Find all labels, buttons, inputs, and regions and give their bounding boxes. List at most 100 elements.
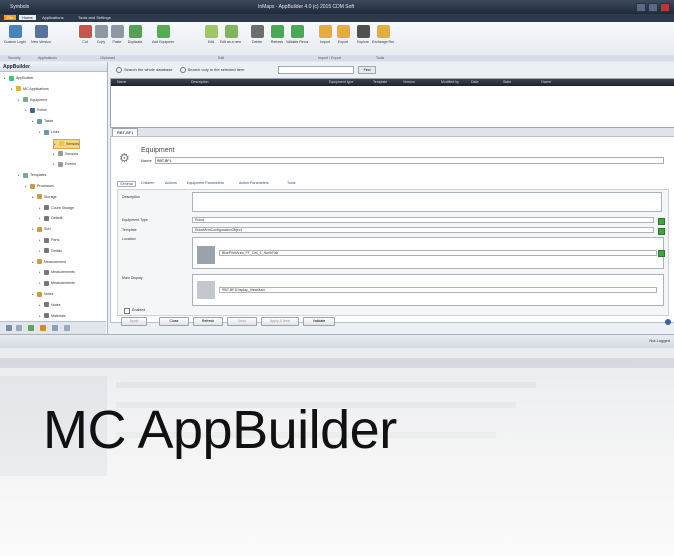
- tree-item[interactable]: ▸ Events: [53, 160, 76, 168]
- grid-column-header[interactable]: State: [503, 80, 511, 84]
- ribbon-button-9[interactable]: Delete: [246, 24, 268, 54]
- nav-list-icon[interactable]: [16, 325, 22, 331]
- expand-toggle-icon[interactable]: ▸: [25, 108, 28, 112]
- grid-column-header[interactable]: Name: [117, 80, 126, 84]
- apply-button[interactable]: Apply: [121, 317, 147, 326]
- grid-column-header[interactable]: Owner: [541, 80, 551, 84]
- tree-item[interactable]: ▸ Tasks: [32, 117, 53, 125]
- tree-item[interactable]: ▸ Parts: [39, 236, 59, 244]
- results-grid[interactable]: Name Description Equipment type Template Ver…: [110, 78, 674, 128]
- maximize-button[interactable]: [648, 3, 658, 12]
- grid-column-header[interactable]: Version: [403, 80, 415, 84]
- tree-item[interactable]: ▸ Sort: [32, 225, 51, 233]
- nav-folder-icon[interactable]: [6, 325, 12, 331]
- subtab-actions[interactable]: Actions: [165, 181, 177, 185]
- ribbon-button-0[interactable]: Custom Logins: [4, 24, 26, 54]
- expand-toggle-icon[interactable]: ▸: [18, 98, 21, 102]
- search-input[interactable]: [278, 66, 354, 74]
- menu-tools-settings[interactable]: Tools and Settings: [78, 15, 111, 20]
- subtab-tools[interactable]: Tools: [287, 181, 295, 185]
- expand-toggle-icon[interactable]: ▸: [4, 76, 7, 80]
- expand-toggle-icon[interactable]: ▸: [39, 206, 42, 210]
- expand-toggle-icon[interactable]: ▸: [32, 292, 35, 296]
- grid-column-header[interactable]: Date: [471, 80, 478, 84]
- search-selected-radio[interactable]: [179, 67, 186, 73]
- tree-item[interactable]: ▸ Sensors: [53, 150, 78, 158]
- ribbon-button-10[interactable]: Refresh: [266, 24, 288, 54]
- ribbon-button-5[interactable]: Duplicate: [124, 24, 146, 54]
- expand-toggle-icon[interactable]: ▸: [39, 216, 42, 220]
- expand-toggle-icon[interactable]: ▸: [39, 238, 42, 242]
- tree-item[interactable]: ▸ Templates: [18, 171, 46, 179]
- grid-column-header[interactable]: Equipment type: [329, 80, 353, 84]
- refresh-button[interactable]: Refresh: [193, 317, 223, 326]
- ribbon-button-8[interactable]: Edit as a new cell: [220, 24, 242, 54]
- grid-column-header[interactable]: Modified by: [441, 80, 459, 84]
- expand-toggle-icon[interactable]: ▸: [11, 87, 14, 91]
- main-display-field[interactable]: RBT-BF1Display_ViewMain: [219, 287, 657, 293]
- expand-toggle-icon[interactable]: ▸: [53, 152, 56, 156]
- minimize-button[interactable]: [636, 3, 646, 12]
- grid-column-header[interactable]: Description: [191, 80, 209, 84]
- tree-item[interactable]: ▸ Robot: [25, 106, 47, 114]
- tree-item[interactable]: ▸ Equipment: [18, 96, 47, 104]
- ribbon-button-1[interactable]: New Version: [30, 24, 52, 54]
- ribbon-button-14[interactable]: Explore: [352, 24, 374, 54]
- menu-applications[interactable]: Applications: [42, 15, 64, 20]
- menu-file[interactable]: File: [4, 15, 17, 20]
- tree-item[interactable]: ▸ Count Storage: [39, 204, 74, 212]
- subtab-general[interactable]: General: [117, 181, 136, 187]
- expand-toggle-icon[interactable]: ▸: [39, 249, 42, 253]
- tree-item[interactable]: ▸ Notes: [39, 301, 60, 309]
- ribbon-button-7[interactable]: Edit: [200, 24, 222, 54]
- tree-item[interactable]: ▸ MC Applications: [11, 85, 49, 93]
- description-field[interactable]: [192, 192, 662, 212]
- tree-item[interactable]: ▸ Notes: [32, 290, 53, 298]
- subtab-equipment-parameters[interactable]: Equipment Parameters: [187, 181, 224, 185]
- subtab-action-parameters[interactable]: Action Parameters: [239, 181, 269, 185]
- expand-toggle-icon[interactable]: ▸: [32, 227, 35, 231]
- expand-toggle-icon[interactable]: ▸: [25, 184, 28, 188]
- tree-item[interactable]: ▸ Links: [39, 128, 59, 136]
- tree-item[interactable]: ▸ Default: [39, 214, 62, 222]
- tree-item[interactable]: ▸ AppBuilder: [4, 74, 34, 82]
- expand-toggle-icon[interactable]: ▸: [39, 270, 42, 274]
- help-icon[interactable]: [665, 319, 671, 325]
- menu-home[interactable]: Home: [19, 15, 36, 20]
- nav-settings-icon[interactable]: [52, 325, 58, 331]
- validate-button[interactable]: Validate: [303, 317, 335, 326]
- tree-item[interactable]: ▸ Measurements: [39, 279, 75, 287]
- expand-toggle-icon[interactable]: ▸: [32, 260, 35, 264]
- nav-process-icon[interactable]: [40, 325, 46, 331]
- apply-next-button[interactable]: Apply & Next: [261, 317, 299, 326]
- tree-item[interactable]: ▸ Details: [39, 247, 62, 255]
- expand-toggle-icon[interactable]: ▸: [39, 314, 42, 318]
- name-field[interactable]: [155, 157, 664, 164]
- expand-toggle-icon[interactable]: ▸: [39, 130, 42, 134]
- template-select[interactable]: RobotArmConfigurationObject: [192, 227, 654, 233]
- tree-item[interactable]: ▸ Measurements: [39, 268, 75, 276]
- tree-item[interactable]: ▸ Measurement: [32, 258, 66, 266]
- tree-item[interactable]: ▸ Sensors: [53, 138, 81, 149]
- expand-toggle-icon[interactable]: ▸: [18, 173, 21, 177]
- close-button[interactable]: [660, 3, 670, 12]
- find-button[interactable]: Find: [358, 66, 376, 74]
- tree-item[interactable]: ▸ Storage: [32, 193, 57, 201]
- nav-tree-icon[interactable]: [28, 325, 34, 331]
- tree-item[interactable]: ▸ Materials: [39, 312, 66, 320]
- tree-item[interactable]: ▸ Processes: [25, 182, 54, 190]
- ribbon-button-15[interactable]: Exchange Records: [372, 24, 394, 54]
- expand-toggle-icon[interactable]: ▸: [32, 119, 35, 123]
- expand-toggle-icon[interactable]: ▸: [53, 162, 56, 166]
- tab-rbt-bf1[interactable]: RBT-BF1: [112, 128, 139, 136]
- nav-more-icon[interactable]: [64, 325, 70, 331]
- enabled-checkbox[interactable]: [124, 308, 130, 314]
- ribbon-button-11[interactable]: Validate Record: [286, 24, 308, 54]
- expand-toggle-icon[interactable]: ▸: [54, 142, 57, 146]
- grid-column-header[interactable]: Template: [373, 80, 387, 84]
- equipment-type-select[interactable]: Robot: [192, 217, 654, 223]
- location-field[interactable]: BluePrintArea_FF_Cell_1_NorthFab: [219, 250, 657, 256]
- expand-toggle-icon[interactable]: ▸: [32, 195, 35, 199]
- subtab-children[interactable]: Children: [141, 181, 154, 185]
- ribbon-button-13[interactable]: Export: [332, 24, 354, 54]
